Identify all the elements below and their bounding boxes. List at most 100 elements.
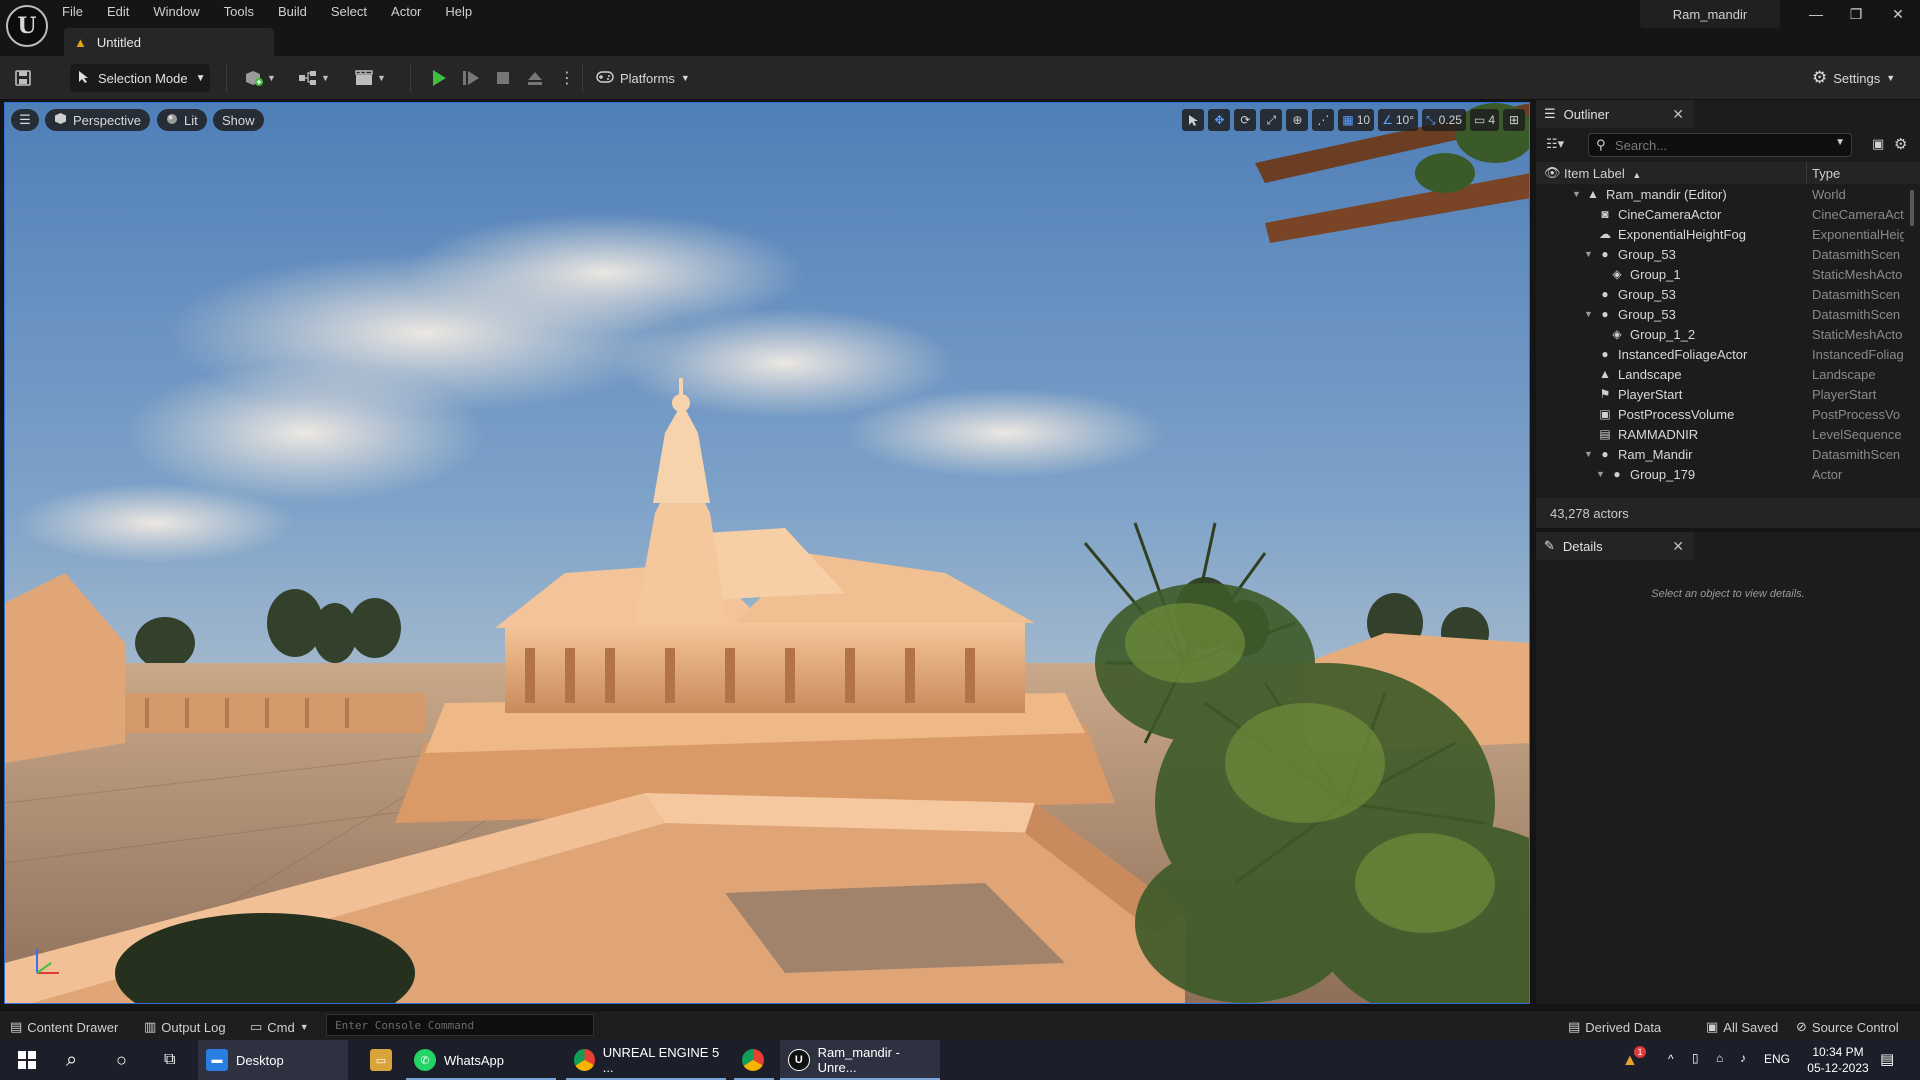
move-tool-icon[interactable]: ✥ <box>1208 109 1231 131</box>
camera-speed-button[interactable]: ▭ 4 <box>1469 109 1499 131</box>
cmd-dropdown[interactable]: ▭ Cmd ▼ <box>250 1017 309 1037</box>
outliner-row[interactable]: ⚑ PlayerStart PlayerStart <box>1536 384 1920 404</box>
save-icon[interactable] <box>14 66 32 90</box>
menu-edit[interactable]: Edit <box>107 2 129 22</box>
all-saved-button[interactable]: ▣ All Saved <box>1706 1017 1778 1037</box>
world-space-icon[interactable]: ⊕ <box>1286 109 1309 131</box>
close-icon[interactable]: ✕ <box>1672 106 1684 123</box>
rotate-tool-icon[interactable]: ⟳ <box>1234 109 1257 131</box>
settings-dropdown[interactable]: ⚙ Settings ▼ <box>1812 66 1895 90</box>
content-drawer-button[interactable]: ▤ Content Drawer <box>10 1017 118 1037</box>
restore-icon[interactable]: ❐ <box>1844 6 1868 26</box>
minimize-icon[interactable]: — <box>1804 6 1828 26</box>
unreal-logo-icon[interactable]: U <box>6 5 48 47</box>
outliner-row[interactable]: ● Group_53 DatasmithScen <box>1536 284 1920 304</box>
show-button[interactable]: Show <box>213 109 264 131</box>
outliner-row[interactable]: ▣ PostProcessVolume PostProcessVo <box>1536 404 1920 424</box>
taskbar-chrome-ue[interactable]: UNREAL ENGINE 5 ... <box>566 1040 726 1080</box>
play-icon[interactable] <box>428 66 450 90</box>
add-folder-icon[interactable]: ▣ <box>1872 136 1884 152</box>
more-options-icon[interactable]: ⋮ <box>556 66 578 90</box>
select-tool-icon[interactable] <box>1182 109 1205 131</box>
scale-snap-button[interactable]: ⤡ 0.25 <box>1422 109 1466 131</box>
outliner-row[interactable]: ◈ Group_1_2 StaticMeshActo <box>1536 324 1920 344</box>
details-tab[interactable]: ✎ Details ✕ <box>1536 532 1694 560</box>
outliner-row[interactable]: ▲ Landscape Landscape <box>1536 364 1920 384</box>
console-command-input[interactable]: Enter Console Command <box>326 1014 594 1036</box>
outliner-row[interactable]: ▼ ● Group_53 DatasmithScen <box>1536 304 1920 324</box>
menu-window[interactable]: Window <box>153 2 199 22</box>
source-control-button[interactable]: ⊘ Source Control <box>1796 1017 1899 1037</box>
network-icon[interactable]: ⌂ <box>1716 1051 1723 1065</box>
perspective-button[interactable]: Perspective <box>45 109 150 131</box>
document-tab[interactable]: ▲ Untitled <box>64 28 274 56</box>
gear-icon[interactable]: ⚙ <box>1894 135 1907 153</box>
expand-arrow-icon[interactable]: ▼ <box>1572 189 1582 199</box>
taskbar-unreal-editor[interactable]: U Ram_mandir - Unre... <box>780 1040 940 1080</box>
windows-start-icon[interactable] <box>10 1040 42 1080</box>
stop-icon[interactable] <box>492 66 514 90</box>
column-type[interactable]: Type <box>1812 166 1840 181</box>
outliner-row[interactable]: ☁ ExponentialHeightFog ExponentialHeig <box>1536 224 1920 244</box>
viewport-layout-icon[interactable]: ⊞ <box>1503 109 1525 131</box>
menu-tools[interactable]: Tools <box>224 2 254 22</box>
cortana-icon[interactable]: ○ <box>108 1040 140 1080</box>
language-indicator[interactable]: ENG <box>1764 1052 1790 1066</box>
output-log-button[interactable]: ▥ Output Log <box>144 1017 226 1037</box>
add-actor-icon[interactable]: ▼ <box>244 66 276 90</box>
eye-icon[interactable]: 👁 <box>1544 165 1561 181</box>
cinematics-icon[interactable]: ▼ <box>354 66 386 90</box>
expand-arrow-icon[interactable]: ▼ <box>1584 449 1594 459</box>
column-item-label[interactable]: Item Label ▲ <box>1564 166 1641 181</box>
menu-build[interactable]: Build <box>278 2 307 22</box>
level-viewport[interactable]: ☰ Perspective Lit Show ✥ ⟳ ⤢ ⊕ ⋰ ▦ 10 ∠ … <box>4 102 1530 1004</box>
outliner-row[interactable]: ◈ Group_1 StaticMeshActo <box>1536 264 1920 284</box>
search-icon[interactable]: ⌕ <box>58 1040 90 1080</box>
task-view-icon[interactable]: ⧉ <box>156 1040 188 1080</box>
battery-icon[interactable]: ▯ <box>1692 1051 1699 1065</box>
outliner-row[interactable]: ▤ RAMMADNIR LevelSequence <box>1536 424 1920 444</box>
outliner-row[interactable]: ▼ ● Ram_Mandir DatasmithScen <box>1536 444 1920 464</box>
blueprint-icon[interactable]: ▼ <box>298 66 330 90</box>
close-icon[interactable]: ✕ <box>1672 538 1684 555</box>
selection-mode-dropdown[interactable]: Selection Mode ▼ <box>70 64 210 92</box>
filter-icon[interactable]: ☷▾ <box>1546 136 1564 152</box>
outliner-row[interactable]: ▼ ▲ Ram_mandir (Editor) World <box>1536 184 1920 204</box>
tray-chevron-up-icon[interactable]: ^ <box>1668 1052 1674 1066</box>
taskbar-chrome[interactable] <box>734 1040 774 1080</box>
eject-icon[interactable] <box>524 66 546 90</box>
rotation-snap-button[interactable]: ∠ 10° <box>1378 109 1418 131</box>
volume-icon[interactable]: ♪ <box>1740 1051 1746 1065</box>
outliner-row[interactable]: ◙ CineCameraActor CineCameraAct <box>1536 204 1920 224</box>
outliner-row[interactable]: ● InstancedFoliageActor InstancedFoliag <box>1536 344 1920 364</box>
menu-file[interactable]: File <box>62 2 83 22</box>
menu-select[interactable]: Select <box>331 2 367 22</box>
platforms-dropdown[interactable]: Platforms ▼ <box>596 66 690 90</box>
expand-arrow-icon[interactable]: ▼ <box>1584 309 1594 319</box>
outliner-row[interactable]: ▼ ● Group_179 Actor <box>1536 464 1920 484</box>
taskbar-clock[interactable]: 10:34 PM 05-12-2023 <box>1800 1044 1876 1076</box>
outliner-search-input[interactable]: ⚲ Search... ▼ <box>1588 133 1852 157</box>
taskbar-file-explorer[interactable]: ▭ <box>362 1040 398 1080</box>
close-icon[interactable]: ✕ <box>1886 6 1910 26</box>
menu-help[interactable]: Help <box>445 2 472 22</box>
surface-snap-icon[interactable]: ⋰ <box>1312 109 1335 131</box>
outliner-tab[interactable]: ☰ Outliner ✕ <box>1536 100 1694 128</box>
notification-app-icon[interactable]: ▲ 1 <box>1620 1046 1648 1074</box>
expand-arrow-icon[interactable]: ▼ <box>1584 249 1594 259</box>
step-forward-icon[interactable] <box>460 66 482 90</box>
scale-tool-icon[interactable]: ⤢ <box>1260 109 1283 131</box>
expand-arrow-icon[interactable]: ▼ <box>1596 469 1606 479</box>
viewport-menu-button[interactable]: ☰ <box>11 109 39 131</box>
menu-actor[interactable]: Actor <box>391 2 421 22</box>
taskbar-whatsapp[interactable]: ✆ WhatsApp <box>406 1040 556 1080</box>
camera-icon: ▭ <box>1473 113 1486 127</box>
chevron-down-icon[interactable]: ▼ <box>1835 137 1845 148</box>
lit-button[interactable]: Lit <box>157 109 207 131</box>
taskbar-desktop[interactable]: ▬ Desktop <box>198 1040 348 1080</box>
outliner-row[interactable]: ▼ ● Group_53 DatasmithScen <box>1536 244 1920 264</box>
grid-snap-button[interactable]: ▦ 10 <box>1338 109 1375 131</box>
outliner-scrollbar[interactable] <box>1910 190 1914 226</box>
action-center-icon[interactable]: ▤ <box>1880 1050 1894 1068</box>
derived-data-button[interactable]: ▤ Derived Data <box>1568 1017 1661 1037</box>
